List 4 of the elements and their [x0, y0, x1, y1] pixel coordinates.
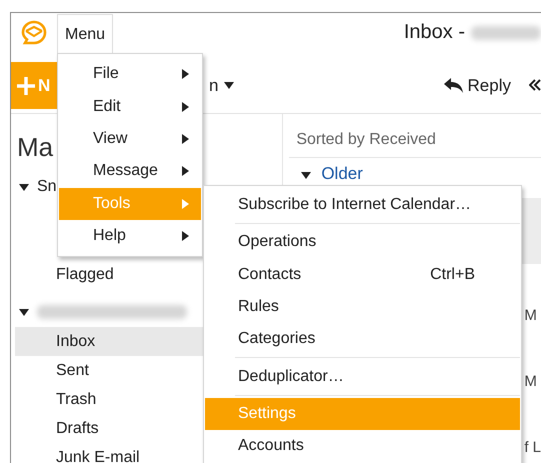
- window-title: Inbox -: [404, 21, 465, 44]
- message-snippet: f L: [524, 439, 541, 456]
- message-snippet: M: [524, 307, 537, 324]
- pane-heading: Ma: [17, 132, 54, 164]
